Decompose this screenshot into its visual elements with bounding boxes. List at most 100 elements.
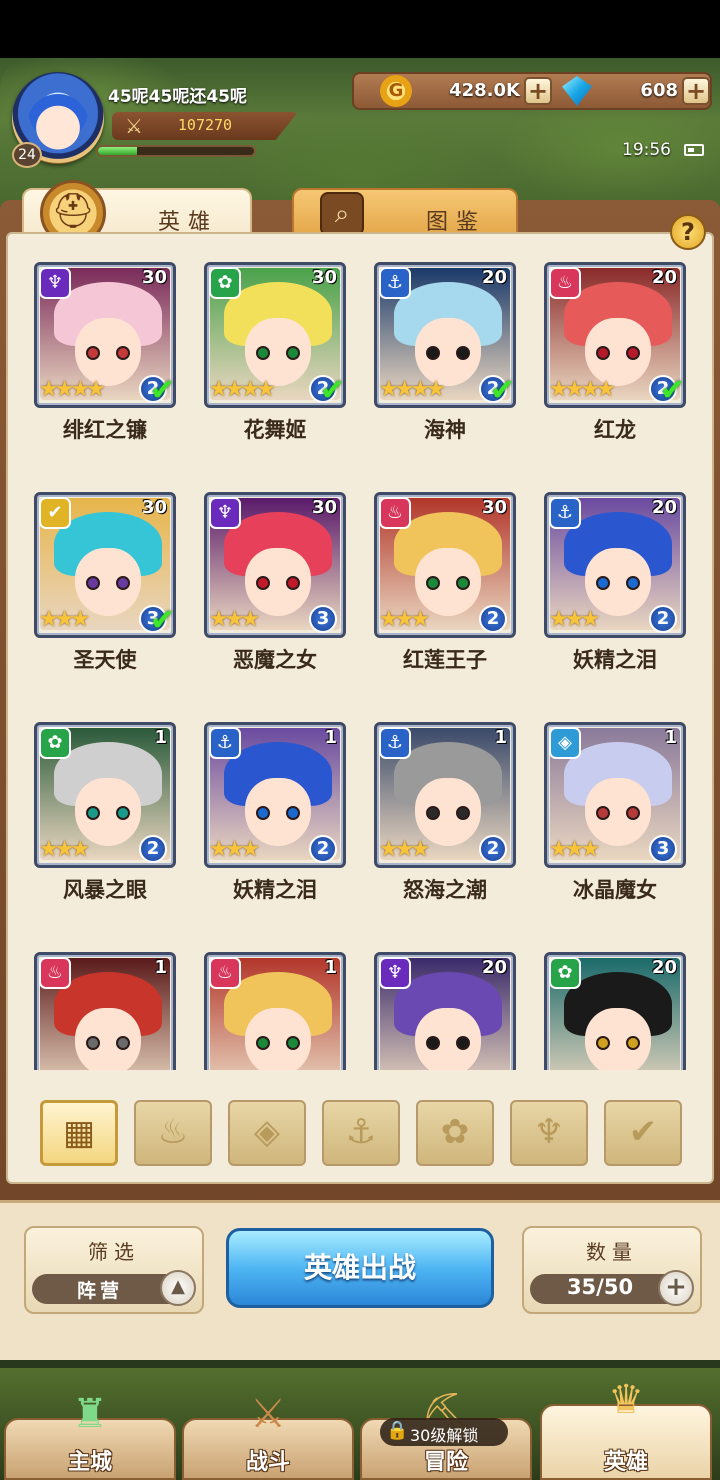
hero-card[interactable]: ⚓ 1 ★★★ 2 怒海之潮 [346, 714, 516, 914]
filter-dark-button[interactable]: ♆ [510, 1100, 588, 1166]
hero-name: 风暴之眼 [63, 878, 147, 902]
hero-name: 妖精之泪 [573, 648, 657, 672]
hero-face [245, 548, 311, 616]
crossed-swords-icon: ⚔ [250, 1391, 286, 1437]
add-gems-button[interactable]: + [682, 77, 710, 105]
hero-rank-badge: 2 [479, 605, 507, 633]
hero-portrait-frame: ♨ 1 [34, 952, 176, 1070]
faction-filter-bar: ▦ ♨ ◈ ⚓ ✿ ♆ ✔ [6, 1084, 714, 1184]
clock-text: 19:56 [622, 140, 671, 160]
hero-eye [116, 346, 130, 360]
faction-light-icon: ✔ [39, 497, 71, 529]
hero-eye [456, 1036, 470, 1050]
faction-beast-icon: ✿ [549, 957, 581, 989]
hero-card[interactable]: ⚓ 20 ★★★★ 2 ✔ 海神 [346, 254, 516, 454]
hero-eye [86, 806, 100, 820]
add-gold-button[interactable]: + [524, 77, 552, 105]
deploy-heroes-button[interactable]: 英雄出战 [226, 1228, 494, 1308]
hero-eye [626, 1036, 640, 1050]
filter-value: 阵营 [76, 1280, 123, 1302]
hero-card[interactable]: ✿ 30 ★★★★ 2 ✔ 花舞姬 [176, 254, 346, 454]
hero-eye [426, 806, 440, 820]
hero-face [585, 318, 651, 386]
hero-stars: ★★★★ [379, 377, 446, 402]
hero-rank-badge: 3 [309, 605, 337, 633]
help-button[interactable]: ? [670, 214, 706, 250]
hero-face [585, 548, 651, 616]
hero-card[interactable]: ♆ 20 [346, 944, 516, 1070]
hero-face [415, 318, 481, 386]
hero-eye [426, 1036, 440, 1050]
hero-portrait-frame: ♆ 30 ★★★★ 2 ✔ [34, 262, 176, 408]
hero-card[interactable]: ♨ 1 [6, 944, 176, 1070]
hero-level: 20 [651, 497, 677, 518]
hero-stars: ★★★ [549, 837, 600, 862]
count-title: 数量 [586, 1240, 638, 1264]
faction-fire-icon: ♨ [379, 497, 411, 529]
hero-card[interactable]: ✿ 1 ★★★ 2 风暴之眼 [6, 714, 176, 914]
hero-eye [596, 346, 610, 360]
faction-water-icon: ⚓ [379, 727, 411, 759]
expand-capacity-button[interactable]: + [658, 1270, 694, 1306]
hero-card[interactable]: ✿ 20 [516, 944, 686, 1070]
hero-name: 海神 [424, 418, 466, 442]
hero-level: 20 [481, 267, 507, 288]
swords-icon: ⚔ [125, 114, 143, 138]
hero-eye [596, 806, 610, 820]
faction-fire-icon: ♨ [209, 957, 241, 989]
hero-eye [256, 346, 270, 360]
hero-name: 冰晶魔女 [573, 878, 657, 902]
hero-portrait-frame: ♨ 1 [204, 952, 346, 1070]
hero-eye [596, 1036, 610, 1050]
hero-face [245, 1008, 311, 1070]
hero-eye [456, 576, 470, 590]
hero-card[interactable]: ♨ 1 [176, 944, 346, 1070]
hero-card[interactable]: ♆ 30 ★★★★ 2 ✔ 绯红之镰 [6, 254, 176, 454]
hero-name: 花舞姬 [243, 418, 307, 442]
filter-title: 筛选 [88, 1240, 140, 1264]
hero-card[interactable]: ⚓ 1 ★★★ 2 妖精之泪 [176, 714, 346, 914]
filter-beast-button[interactable]: ✿ [416, 1100, 494, 1166]
nav-label: 战斗 [245, 1450, 290, 1475]
nav-label: 主城 [67, 1450, 112, 1475]
faction-water-icon: ⚓ [549, 497, 581, 529]
hero-eye [286, 346, 300, 360]
hero-level: 1 [664, 727, 677, 748]
hero-stars: ★★★ [209, 837, 260, 862]
hero-rank-badge: 2 [649, 605, 677, 633]
hero-eye [86, 1036, 100, 1050]
hero-card[interactable]: ♨ 20 ★★★★ 2 ✔ 红龙 [516, 254, 686, 454]
hero-card[interactable]: ♆ 30 ★★★ 3 恶魔之女 [176, 484, 346, 684]
hero-card[interactable]: ◈ 1 ★★★ 3 冰晶魔女 [516, 714, 686, 914]
hero-stars: ★★★ [39, 607, 90, 632]
filter-fire-button[interactable]: ♨ [134, 1100, 212, 1166]
hero-eye [116, 1036, 130, 1050]
hero-eye [456, 806, 470, 820]
hero-eye [86, 576, 100, 590]
hero-card[interactable]: ✔ 30 ★★★ 3 ✔ 圣天使 [6, 484, 176, 684]
hero-level: 1 [324, 957, 337, 978]
hero-portrait-frame: ✿ 30 ★★★★ 2 ✔ [204, 262, 346, 408]
faction-beast-icon: ✿ [39, 727, 71, 759]
avatar-portrait [28, 94, 88, 150]
filter-all-button[interactable]: ▦ [40, 1100, 118, 1166]
hero-level: 30 [141, 267, 167, 288]
faction-fire-icon: ♨ [39, 957, 71, 989]
filter-ice-button[interactable]: ◈ [228, 1100, 306, 1166]
castle-icon: ♜ [72, 1391, 108, 1437]
faction-dark-icon: ♆ [209, 497, 241, 529]
hero-level: 20 [481, 957, 507, 978]
player-level-badge: 24 [12, 142, 42, 168]
player-name: 45呢45呢还45呢 [108, 87, 247, 107]
hero-rank-badge: 3 [649, 835, 677, 863]
filter-water-button[interactable]: ⚓ [322, 1100, 400, 1166]
exp-bar [96, 145, 256, 157]
hero-face [245, 318, 311, 386]
hero-card[interactable]: ♨ 30 ★★★ 2 红莲王子 [346, 484, 516, 684]
filter-light-button[interactable]: ✔ [604, 1100, 682, 1166]
chevron-up-icon[interactable]: ▲ [160, 1270, 196, 1306]
count-value: 35/50 [566, 1275, 634, 1299]
hero-stars: ★★★★ [209, 377, 276, 402]
hero-card[interactable]: ⚓ 20 ★★★ 2 妖精之泪 [516, 484, 686, 684]
deployed-check-icon: ✔ [149, 373, 175, 408]
